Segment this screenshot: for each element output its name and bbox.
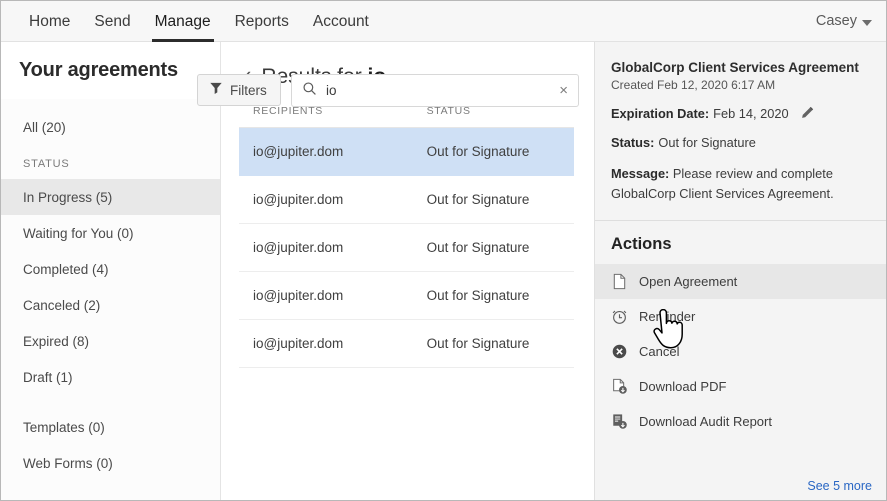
nav-item-home[interactable]: Home bbox=[17, 1, 82, 42]
nav-item-account[interactable]: Account bbox=[301, 1, 381, 42]
document-icon bbox=[611, 273, 628, 290]
expiration-date-value: Feb 14, 2020 bbox=[713, 106, 788, 121]
table-row[interactable]: io@jupiter.dom Out for Signature bbox=[239, 176, 574, 224]
table-row[interactable]: io@jupiter.dom Out for Signature bbox=[239, 128, 574, 176]
results-table-head: RECIPIENTS STATUS bbox=[239, 105, 574, 128]
actions-section: Actions Open Agreement bbox=[595, 221, 886, 501]
message-row: Message: Please review and complete Glob… bbox=[611, 164, 870, 204]
sidebar-section-status: STATUS bbox=[1, 149, 220, 179]
user-menu[interactable]: Casey bbox=[816, 1, 872, 42]
results-table: RECIPIENTS STATUS io@jupiter.dom Out for… bbox=[239, 105, 574, 368]
sidebar-item-label: Canceled (2) bbox=[23, 298, 100, 313]
agreement-detail-section: GlobalCorp Client Services Agreement Cre… bbox=[595, 42, 886, 221]
action-label: Open Agreement bbox=[639, 274, 737, 289]
nav-item-reports[interactable]: Reports bbox=[223, 1, 301, 42]
sidebar-item-label: Expired (8) bbox=[23, 334, 89, 349]
filter-funnel-icon bbox=[209, 81, 223, 100]
page-title: Your agreements bbox=[19, 59, 178, 82]
application-window: Home Send Manage Reports Account Casey Y… bbox=[0, 0, 887, 501]
message-label: Message: bbox=[611, 166, 669, 181]
top-navigation-bar: Home Send Manage Reports Account Casey bbox=[1, 1, 886, 42]
table-row[interactable]: io@jupiter.dom Out for Signature bbox=[239, 272, 574, 320]
sidebar-divider-gap bbox=[1, 395, 220, 409]
search-icon bbox=[302, 81, 317, 101]
sidebar-item-label: Waiting for You (0) bbox=[23, 226, 134, 241]
actions-heading: Actions bbox=[595, 235, 886, 264]
status-row: Status: Out for Signature bbox=[611, 135, 870, 150]
cell-recipient: io@jupiter.dom bbox=[239, 272, 427, 320]
action-download-pdf[interactable]: Download PDF bbox=[595, 369, 886, 404]
cell-recipient: io@jupiter.dom bbox=[239, 128, 427, 176]
sidebar-item-waiting-for-you[interactable]: Waiting for You (0) bbox=[1, 215, 220, 251]
main-body: Your agreements All (20) STATUS In Progr… bbox=[1, 42, 886, 501]
action-download-audit-report[interactable]: Download Audit Report bbox=[595, 404, 886, 439]
action-label: Reminder bbox=[639, 309, 695, 324]
cell-recipient: io@jupiter.dom bbox=[239, 176, 427, 224]
cell-status: Out for Signature bbox=[427, 128, 574, 176]
table-row[interactable]: io@jupiter.dom Out for Signature bbox=[239, 320, 574, 368]
alarm-clock-icon bbox=[611, 308, 628, 325]
cell-status: Out for Signature bbox=[427, 320, 574, 368]
agreement-detail-panel: GlobalCorp Client Services Agreement Cre… bbox=[595, 42, 886, 501]
edit-pencil-icon[interactable] bbox=[799, 106, 814, 121]
sidebar-item-label: Completed (4) bbox=[23, 262, 109, 277]
see-more-link[interactable]: See 5 more bbox=[807, 479, 872, 493]
left-sidebar: Your agreements All (20) STATUS In Progr… bbox=[1, 42, 221, 501]
sidebar-item-canceled[interactable]: Canceled (2) bbox=[1, 287, 220, 323]
cancel-circle-icon bbox=[611, 343, 628, 360]
action-reminder[interactable]: Reminder bbox=[595, 299, 886, 334]
nav-item-send[interactable]: Send bbox=[82, 1, 142, 42]
user-menu-label: Casey bbox=[816, 1, 857, 42]
pdf-download-icon bbox=[611, 378, 628, 395]
column-header-status: STATUS bbox=[427, 105, 574, 128]
sidebar-item-web-forms[interactable]: Web Forms (0) bbox=[1, 445, 220, 481]
action-open-agreement[interactable]: Open Agreement bbox=[595, 264, 886, 299]
sidebar-item-completed[interactable]: Completed (4) bbox=[1, 251, 220, 287]
status-label: Status: bbox=[611, 135, 654, 150]
sidebar-item-label: In Progress (5) bbox=[23, 190, 112, 205]
sidebar-item-label: Web Forms (0) bbox=[23, 456, 113, 471]
results-table-body: io@jupiter.dom Out for Signature io@jupi… bbox=[239, 128, 574, 368]
column-header-recipients: RECIPIENTS bbox=[239, 105, 427, 128]
sidebar-item-draft[interactable]: Draft (1) bbox=[1, 359, 220, 395]
sidebar-item-all[interactable]: All (20) bbox=[1, 109, 220, 145]
search-input[interactable]: io bbox=[317, 83, 553, 98]
sidebar-item-in-progress[interactable]: In Progress (5) bbox=[1, 179, 220, 215]
cell-recipient: io@jupiter.dom bbox=[239, 224, 427, 272]
chevron-down-icon bbox=[862, 20, 872, 26]
status-value: Out for Signature bbox=[658, 135, 755, 150]
cell-status: Out for Signature bbox=[427, 224, 574, 272]
expiration-date-label: Expiration Date: bbox=[611, 106, 709, 121]
action-label: Cancel bbox=[639, 344, 679, 359]
expiration-date-row: Expiration Date: Feb 14, 2020 bbox=[611, 106, 870, 121]
cell-recipient: io@jupiter.dom bbox=[239, 320, 427, 368]
page-title-bar: Your agreements bbox=[1, 42, 220, 99]
sidebar-item-label: Templates (0) bbox=[23, 420, 105, 435]
table-row[interactable]: io@jupiter.dom Out for Signature bbox=[239, 224, 574, 272]
agreement-title: GlobalCorp Client Services Agreement bbox=[611, 60, 870, 75]
action-label: Download PDF bbox=[639, 379, 726, 394]
sidebar-item-templates[interactable]: Templates (0) bbox=[1, 409, 220, 445]
table-header-row: RECIPIENTS STATUS bbox=[239, 105, 574, 128]
search-box[interactable]: io × bbox=[291, 74, 579, 107]
results-panel: ‹ Results for io RECIPIENTS STATUS io@ju… bbox=[221, 42, 595, 501]
cell-status: Out for Signature bbox=[427, 176, 574, 224]
agreement-created-date: Created Feb 12, 2020 6:17 AM bbox=[611, 78, 870, 92]
search-clear-button[interactable]: × bbox=[553, 82, 568, 99]
action-label: Download Audit Report bbox=[639, 414, 772, 429]
sidebar-item-label: Draft (1) bbox=[23, 370, 73, 385]
filters-button[interactable]: Filters bbox=[197, 74, 281, 106]
nav-item-manage[interactable]: Manage bbox=[143, 1, 223, 42]
sidebar-item-expired[interactable]: Expired (8) bbox=[1, 323, 220, 359]
cell-status: Out for Signature bbox=[427, 272, 574, 320]
filters-label: Filters bbox=[230, 83, 267, 98]
sidebar-nav: All (20) STATUS In Progress (5) Waiting … bbox=[1, 99, 220, 481]
action-cancel[interactable]: Cancel bbox=[595, 334, 886, 369]
sidebar-item-label: All (20) bbox=[23, 120, 66, 135]
audit-report-download-icon bbox=[611, 413, 628, 430]
